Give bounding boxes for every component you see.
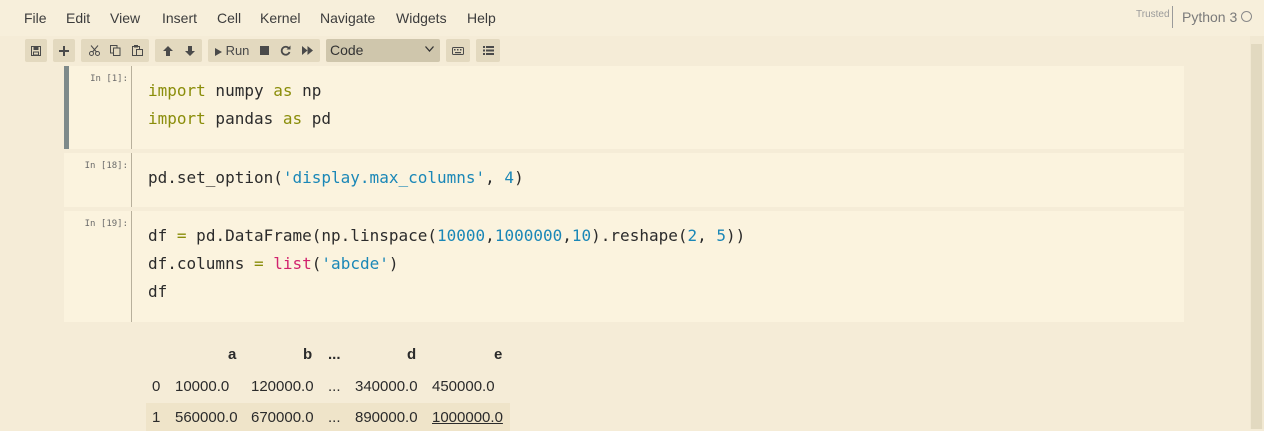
add-cell-icon — [59, 45, 69, 56]
scrollbar-thumb[interactable] — [1251, 44, 1262, 429]
table-cell: ... — [328, 378, 341, 395]
column-header-a: a — [228, 346, 237, 363]
table-cell: 670000.0 — [251, 409, 314, 426]
copy-icon — [109, 45, 120, 56]
toolbar-group-edit — [81, 39, 149, 62]
menu-cell[interactable]: Cell — [217, 10, 241, 26]
toolbar-group-palette — [476, 39, 500, 62]
cell-input[interactable]: df = pd.DataFrame(np.linspace(10000,1000… — [131, 211, 1184, 322]
code-line: import pandas as pd — [148, 109, 332, 128]
run-label: Run — [225, 43, 250, 58]
menu-insert[interactable]: Insert — [162, 10, 197, 26]
cell-prompt: In [18]: — [84, 161, 128, 171]
trusted-indicator[interactable]: Trusted — [1136, 9, 1170, 20]
menu-widgets[interactable]: Widgets — [396, 10, 447, 26]
toolbar-group-insert — [53, 39, 75, 62]
paste-icon — [131, 45, 143, 56]
table-cell: 120000.0 — [251, 378, 314, 395]
row-index: 1 — [152, 409, 161, 426]
code-cell[interactable]: In [19]: df = pd.DataFrame(np.linspace(1… — [64, 211, 1184, 322]
toolbar-group-run: Run — [208, 39, 320, 62]
toolbar: Run — [0, 36, 1264, 66]
restart-button[interactable] — [274, 39, 296, 62]
table-header-row: a b ... d e — [146, 340, 510, 368]
cell-input[interactable]: import numpy as np import pandas as pd — [131, 66, 1184, 149]
table-cell: 10000.0 — [175, 378, 230, 395]
table-cell: ... — [328, 409, 341, 426]
list-icon — [482, 46, 494, 55]
move-up-icon — [163, 45, 173, 56]
chevron-down-icon — [425, 46, 434, 52]
table-cell: 890000.0 — [355, 409, 418, 426]
restart-run-all-button[interactable] — [296, 39, 318, 62]
restart-icon — [280, 45, 290, 56]
copy-button[interactable] — [104, 39, 126, 62]
paste-button[interactable] — [126, 39, 148, 62]
table-cell: 1000000.0 — [432, 409, 503, 426]
keyboard-icon — [452, 46, 464, 55]
save-button[interactable] — [25, 39, 47, 62]
command-palette-button[interactable] — [476, 39, 500, 62]
code-line: df — [148, 282, 168, 301]
code-line: import numpy as np — [148, 81, 322, 100]
row-index: 0 — [152, 378, 161, 395]
run-button[interactable]: Run — [211, 39, 253, 62]
menu-help[interactable]: Help — [467, 10, 496, 26]
table-row: 0 10000.0 120000.0 ... 340000.0 450000.0 — [146, 372, 510, 400]
move-down-button[interactable] — [179, 39, 201, 62]
save-icon — [31, 45, 41, 56]
cut-button[interactable] — [83, 39, 105, 62]
move-down-icon — [185, 45, 195, 56]
code-line: df = pd.DataFrame(np.linspace(10000,1000… — [148, 226, 746, 245]
menubar: File Edit View Insert Cell Kernel Naviga… — [0, 0, 1264, 36]
add-cell-button[interactable] — [53, 39, 75, 62]
cell-type-select[interactable]: Code — [326, 39, 440, 62]
code-cell[interactable]: In [18]: pd.set_option('display.max_colu… — [64, 153, 1184, 207]
toolbar-group-move — [155, 39, 202, 62]
column-header-d: d — [407, 346, 417, 363]
menu-file[interactable]: File — [24, 10, 47, 26]
keyboard-shortcuts-button[interactable] — [446, 39, 470, 62]
cut-icon — [88, 45, 100, 56]
toolbar-group-keyboard — [446, 39, 470, 62]
table-row: 1 560000.0 670000.0 ... 890000.0 1000000… — [146, 403, 510, 431]
column-header-b: b — [303, 346, 313, 363]
table-cell: 560000.0 — [175, 409, 238, 426]
move-up-button[interactable] — [157, 39, 179, 62]
cell-prompt: In [1]: — [90, 74, 128, 84]
cell-prompt: In [19]: — [84, 219, 128, 229]
kernel-separator — [1172, 6, 1173, 28]
code-cell[interactable]: In [1]: import numpy as np import pandas… — [64, 66, 1184, 149]
menu-kernel[interactable]: Kernel — [260, 10, 300, 26]
menu-edit[interactable]: Edit — [66, 10, 90, 26]
table-cell: 340000.0 — [355, 378, 418, 395]
kernel-name[interactable]: Python 3 — [1182, 9, 1237, 25]
menu-view[interactable]: View — [110, 10, 140, 26]
stop-icon — [259, 46, 269, 55]
code-line: pd.set_option('display.max_columns', 4) — [148, 168, 524, 187]
column-header-e: e — [494, 346, 503, 363]
toolbar-group-save — [25, 39, 47, 62]
column-header-ellipsis: ... — [328, 346, 341, 363]
kernel-idle-icon — [1241, 11, 1252, 22]
code-line: df.columns = list('abcde') — [148, 254, 399, 273]
menu-navigate[interactable]: Navigate — [320, 10, 375, 26]
fast-forward-icon — [301, 46, 313, 55]
interrupt-button[interactable] — [254, 39, 274, 62]
run-icon — [214, 47, 222, 56]
table-cell: 450000.0 — [432, 378, 495, 395]
cell-type-value: Code — [330, 42, 364, 58]
cell-input[interactable]: pd.set_option('display.max_columns', 4) — [131, 153, 1184, 207]
